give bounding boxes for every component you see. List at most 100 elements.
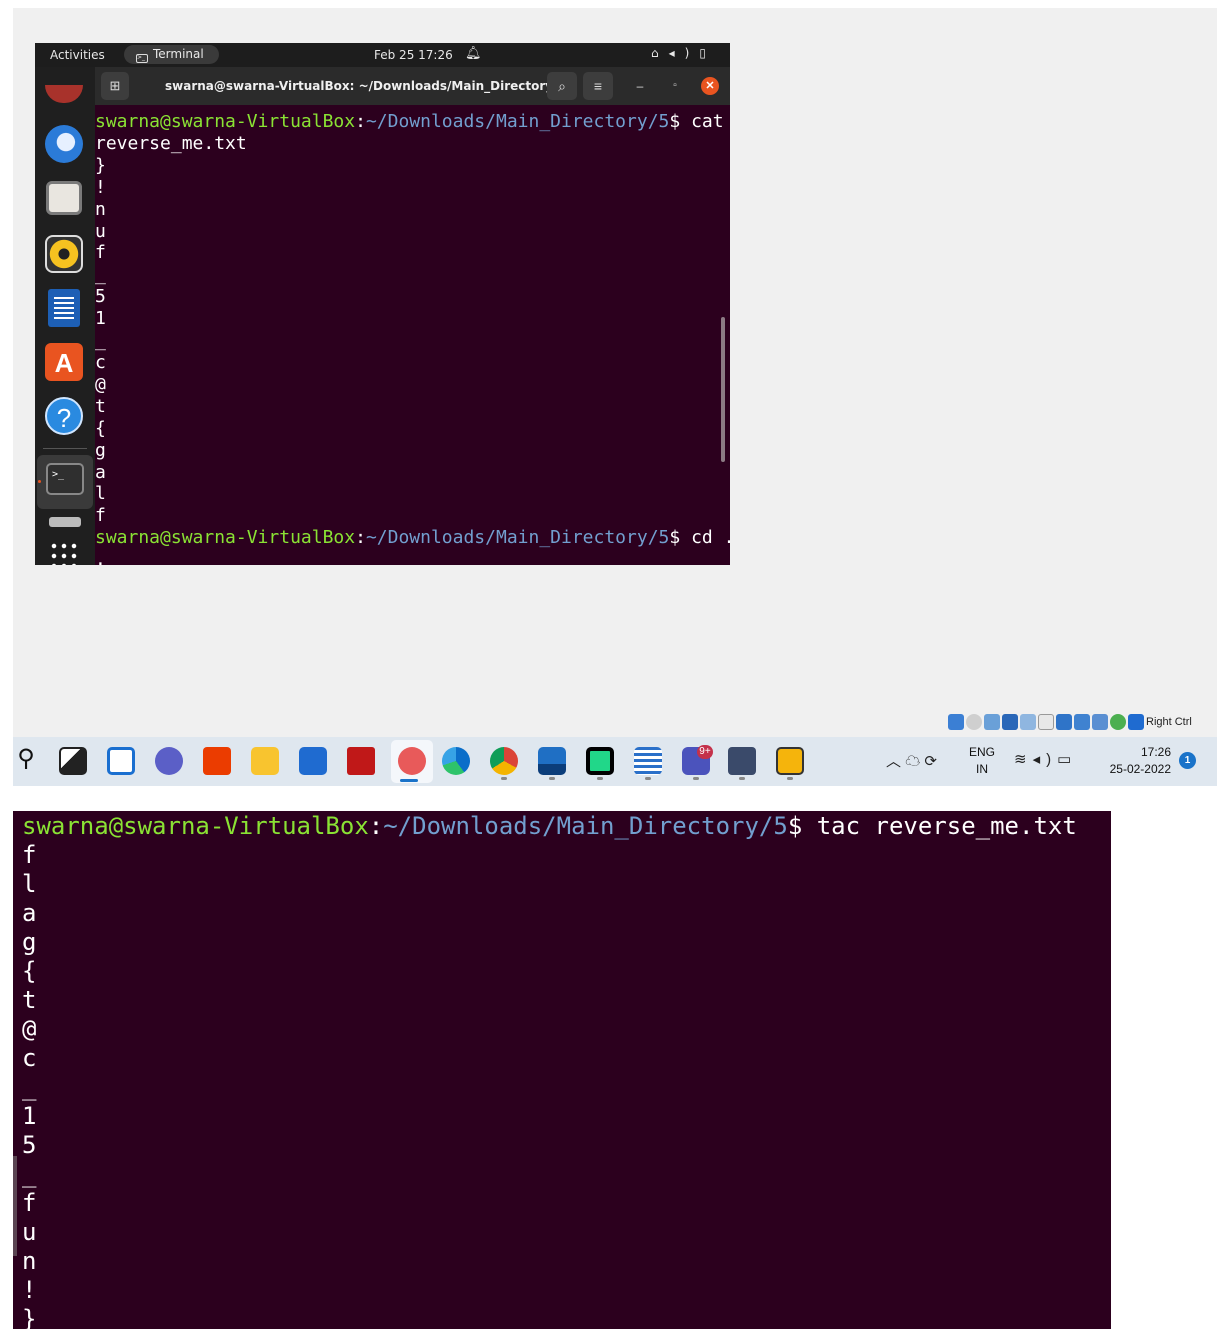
office-icon[interactable]: [203, 747, 231, 775]
files-icon[interactable]: [46, 181, 82, 215]
activities-button[interactable]: Activities: [50, 48, 105, 62]
date-label: 25-02-2022: [1109, 762, 1171, 776]
ubuntu-dock: A ? >_: [35, 67, 95, 565]
output-line: }: [22, 1305, 37, 1329]
cpu-icon[interactable]: [1074, 714, 1090, 730]
rhythmbox-icon[interactable]: [45, 235, 83, 273]
new-tab-icon[interactable]: ⊞: [101, 72, 129, 100]
mcafee-icon[interactable]: [347, 747, 375, 775]
prompt-line: swarna@swarna-VirtualBox:~/Downloads/Mai…: [95, 527, 730, 549]
software-store-icon[interactable]: A: [45, 343, 83, 381]
output-line: !: [95, 176, 106, 198]
chat-icon[interactable]: [155, 747, 183, 775]
running-indicator: [693, 777, 699, 780]
quick-settings[interactable]: ≋◂)▭: [1014, 750, 1077, 768]
system-status-menu[interactable]: ⌂◂)▯: [651, 46, 716, 60]
region-label: IN: [976, 762, 988, 776]
command-text: cat: [691, 111, 724, 132]
drive-icon[interactable]: [49, 517, 81, 527]
task-view-icon[interactable]: [59, 747, 87, 775]
terminal-output-zoomed[interactable]: swarna@swarna-VirtualBox:~/Downloads/Mai…: [13, 811, 1111, 1329]
output-line: n: [22, 1247, 37, 1275]
terminal-headerbar: ⊞ swarna@swarna-VirtualBox: ~/Downloads/…: [95, 67, 730, 105]
date-time[interactable]: 17:26 25-02-2022: [1097, 744, 1171, 778]
prompt-separator: :: [368, 812, 384, 840]
language-indicator[interactable]: ENG IN: [969, 744, 995, 778]
search-icon[interactable]: ⌕: [547, 72, 577, 100]
virtualbox-icon[interactable]: [728, 747, 756, 775]
vm-icon[interactable]: [1092, 714, 1108, 730]
hamburger-menu-icon[interactable]: ≡: [583, 72, 613, 100]
libreoffice-writer-icon[interactable]: [48, 289, 80, 327]
keyboard-capture-icon[interactable]: [1128, 714, 1144, 730]
output-line: {: [95, 417, 106, 439]
pycharm-icon[interactable]: [586, 747, 614, 775]
running-indicator: [549, 777, 555, 780]
recording-icon[interactable]: [1056, 714, 1072, 730]
help-icon[interactable]: ?: [45, 397, 83, 435]
output-line: f: [95, 505, 106, 527]
display-icon[interactable]: [1038, 714, 1054, 730]
file-explorer-icon[interactable]: [251, 747, 279, 775]
system-tray[interactable]: ︿ ☁ ⟳: [886, 750, 937, 771]
close-icon[interactable]: ✕: [701, 77, 719, 95]
mouse-integration-icon[interactable]: [1110, 714, 1126, 730]
command-text: cd .: [691, 527, 730, 549]
prompt-path: ~/Downloads/Main_Directory/5: [365, 111, 670, 132]
firefox-icon[interactable]: [45, 85, 83, 103]
running-indicator: [597, 777, 603, 780]
output-line: n: [95, 198, 106, 220]
chrome-icon[interactable]: [490, 747, 518, 775]
usb-icon[interactable]: [1002, 714, 1018, 730]
output-line: a: [22, 899, 37, 927]
app-icon[interactable]: [776, 747, 804, 775]
show-applications-icon[interactable]: [49, 541, 79, 565]
chevron-up-icon[interactable]: ︿: [886, 753, 901, 770]
search-icon[interactable]: ⚲: [13, 747, 39, 773]
optical-drive-icon[interactable]: [948, 714, 964, 730]
terminal-window[interactable]: ⊞ swarna@swarna-VirtualBox: ~/Downloads/…: [95, 67, 730, 565]
running-indicator: [739, 777, 745, 780]
terminal-output[interactable]: swarna@swarna-VirtualBox:~/Downloads/Mai…: [95, 111, 730, 565]
photos-icon[interactable]: [538, 747, 566, 775]
edge-icon[interactable]: [442, 747, 470, 775]
onedrive-icon[interactable]: ☁: [905, 753, 920, 770]
output-line: }: [95, 154, 106, 176]
virtualbox-status-bar: Right Ctrl: [948, 714, 1192, 734]
snipping-tool-icon[interactable]: [398, 747, 426, 775]
sync-icon[interactable]: ⟳: [924, 753, 937, 770]
notepad-icon[interactable]: [634, 747, 662, 775]
maximize-icon[interactable]: ▫: [666, 77, 684, 95]
prompt-line: swarna@swarna-VirtualBox:~/Downloads/Mai…: [95, 111, 724, 133]
terminal-icon[interactable]: >_: [46, 463, 84, 495]
prompt-dollar: $: [669, 111, 692, 132]
shared-folder-icon[interactable]: [1020, 714, 1036, 730]
prompt-line: swarna@swarna-VirtualBox:~/Downloads/Mai…: [22, 811, 1077, 841]
notification-badge[interactable]: 1: [1179, 752, 1196, 769]
network-adapter-icon[interactable]: [984, 714, 1000, 730]
output-line: a: [95, 461, 106, 483]
host-key-label: Right Ctrl: [1146, 716, 1192, 728]
audio-icon[interactable]: [966, 714, 982, 730]
command-text: tac reverse_me.txt: [816, 812, 1077, 840]
widgets-icon[interactable]: [107, 747, 135, 775]
prompt-user: swarna@swarna-VirtualBox: [95, 111, 356, 132]
prompt-path: ~/Downloads/Main_Directory/5: [365, 527, 670, 549]
battery-icon: ▯: [699, 46, 716, 60]
output-line: l: [95, 483, 106, 505]
terminal-window-title: swarna@swarna-VirtualBox: ~/Downloads/Ma…: [165, 79, 566, 93]
wifi-icon: ≋: [1014, 751, 1033, 768]
windows-taskbar: ⚲ 9+ ︿ ☁ ⟳ ENG IN ≋◂)▭ 17:26 25-02-2022 1: [13, 737, 1217, 786]
teams-badge: 9+: [697, 745, 713, 759]
output-line: t: [95, 395, 106, 417]
terminal-scrollbar[interactable]: [721, 317, 725, 462]
app-menu-terminal[interactable]: >_ Terminal: [124, 45, 219, 64]
store-icon[interactable]: [299, 747, 327, 775]
thunderbird-icon[interactable]: [45, 125, 83, 163]
output-line: u: [22, 1218, 37, 1246]
output-line: @: [22, 1015, 37, 1043]
output-line: 1: [22, 1102, 37, 1130]
minimize-icon[interactable]: –: [631, 77, 649, 95]
window-edge: [13, 1156, 17, 1256]
top-bar-clock[interactable]: Feb 25 17:26: [374, 48, 453, 62]
